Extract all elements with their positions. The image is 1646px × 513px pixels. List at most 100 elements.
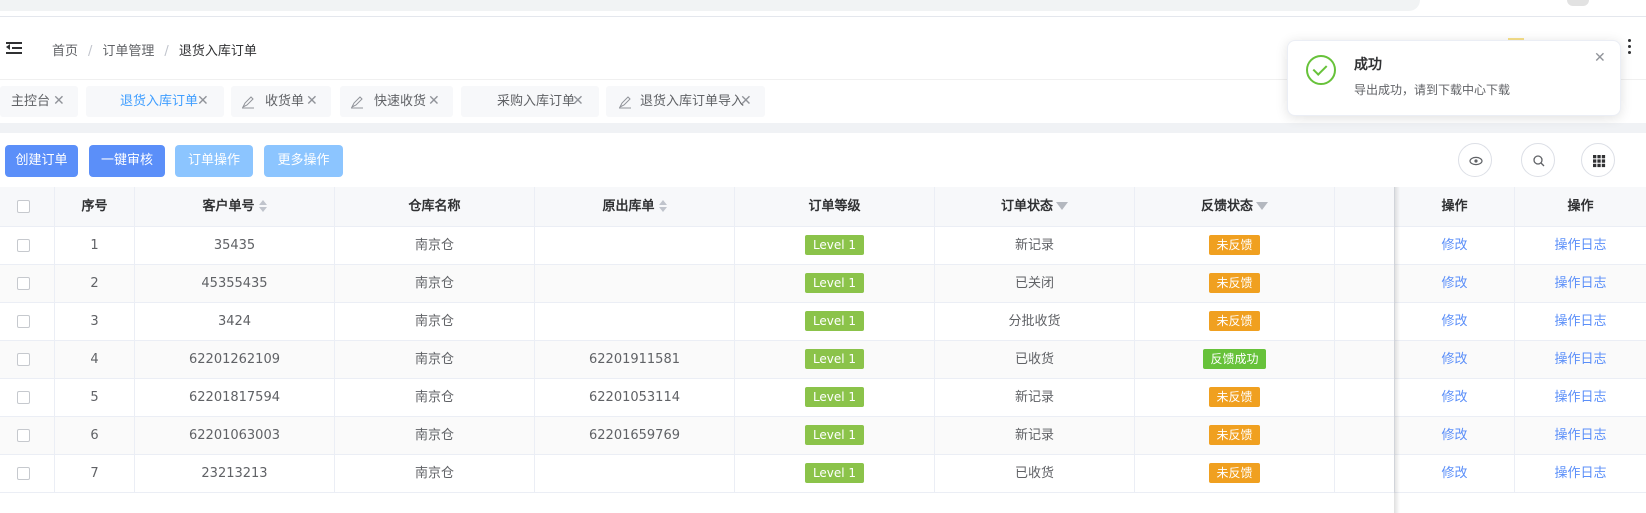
tab-receipts[interactable]: 收货单 ✕	[231, 86, 331, 117]
row-checkbox[interactable]	[17, 467, 30, 480]
index-cell: 6	[55, 417, 135, 455]
edit-icon	[618, 96, 631, 109]
edit-link[interactable]: 修改	[1441, 276, 1467, 291]
more-ops-button[interactable]: 更多操作	[264, 145, 343, 177]
col-feedback[interactable]: 反馈状态	[1135, 187, 1335, 227]
tab-label: 主控台	[11, 94, 51, 109]
breadcrumb-home[interactable]: 首页	[52, 44, 78, 59]
create-order-button[interactable]: 创建订单	[5, 145, 78, 177]
close-icon[interactable]: ✕	[197, 86, 209, 117]
row-select-cell	[0, 417, 55, 455]
warehouse-cell: 南京仓	[335, 417, 535, 455]
level-cell: Level 1	[735, 265, 935, 303]
sort-icon[interactable]	[258, 200, 267, 213]
tab-label: 快速收货	[374, 94, 427, 109]
warehouse-cell: 南京仓	[335, 341, 535, 379]
notification-message: 导出成功，请到下载中心下载	[1354, 83, 1511, 97]
operation-log-link[interactable]: 操作日志	[1554, 238, 1606, 253]
operation-log-link[interactable]: 操作日志	[1554, 314, 1606, 329]
eye-icon[interactable]	[1458, 143, 1492, 177]
edit-link[interactable]: 修改	[1441, 238, 1467, 253]
tab-return-orders[interactable]: 退货入库订单 ✕	[86, 86, 224, 117]
edit-link[interactable]: 修改	[1441, 314, 1467, 329]
close-icon[interactable]: ✕	[306, 86, 318, 117]
close-icon[interactable]: ✕	[572, 86, 584, 117]
row-checkbox[interactable]	[17, 315, 30, 328]
browser-top-strip	[0, 0, 1646, 17]
close-icon[interactable]: ✕	[428, 86, 440, 117]
tab-quick-receive[interactable]: 快速收货 ✕	[340, 86, 453, 117]
row-checkbox[interactable]	[17, 277, 30, 290]
one-click-audit-button[interactable]: 一键审核	[89, 145, 165, 177]
index-cell: 7	[55, 455, 135, 493]
row-checkbox[interactable]	[17, 353, 30, 366]
close-icon[interactable]: ✕	[53, 86, 65, 117]
edit-cell: 修改	[1395, 265, 1515, 303]
feedback-cell: 未反馈	[1135, 417, 1335, 455]
edit-link[interactable]: 修改	[1441, 352, 1467, 367]
col-label: 客户单号	[202, 199, 255, 214]
operation-log-link[interactable]: 操作日志	[1554, 276, 1606, 291]
operation-log-link[interactable]: 操作日志	[1554, 352, 1606, 367]
edit-cell: 修改	[1395, 227, 1515, 265]
search-icon[interactable]	[1521, 143, 1555, 177]
warehouse-cell: 南京仓	[335, 303, 535, 341]
status-cell: 已收货	[935, 341, 1135, 379]
row-checkbox[interactable]	[17, 239, 30, 252]
col-customer-no[interactable]: 客户单号	[135, 187, 335, 227]
index-cell: 1	[55, 227, 135, 265]
col-op-log: 操作	[1567, 199, 1594, 214]
divider	[0, 123, 1646, 133]
operation-log-link[interactable]: 操作日志	[1554, 466, 1606, 481]
edit-cell: 修改	[1395, 417, 1515, 455]
filter-icon[interactable]	[1056, 201, 1068, 210]
edit-link[interactable]: 修改	[1441, 390, 1467, 405]
close-icon[interactable]: ✕	[740, 86, 752, 117]
row-select-cell	[0, 455, 55, 493]
toolbar: 创建订单 一键审核 订单操作 更多操作	[0, 133, 1646, 187]
close-icon[interactable]: ✕	[1594, 50, 1606, 66]
log-cell: 操作日志	[1515, 417, 1646, 455]
orig-out-cell: 62201659769	[535, 417, 735, 455]
warehouse-cell: 南京仓	[335, 455, 535, 493]
customer-no-cell: 62201063003	[135, 417, 335, 455]
edit-icon	[350, 96, 363, 109]
warehouse-cell: 南京仓	[335, 227, 535, 265]
level-badge: Level 1	[804, 273, 865, 293]
edit-icon	[241, 96, 254, 109]
grid-columns-icon[interactable]	[1581, 143, 1615, 177]
col-orig-out[interactable]: 原出库单	[535, 187, 735, 227]
more-vertical-icon[interactable]	[1628, 39, 1632, 55]
edit-link[interactable]: 修改	[1441, 466, 1467, 481]
tab-dashboard[interactable]: 主控台 ✕	[0, 86, 78, 117]
status-cell: 已关闭	[935, 265, 1135, 303]
tab-return-import[interactable]: 退货入库订单导入 ✕	[606, 86, 765, 117]
tab-label: 退货入库订单	[120, 94, 199, 109]
col-status[interactable]: 订单状态	[935, 187, 1135, 227]
spacer-cell	[1335, 265, 1395, 303]
status-cell: 新记录	[935, 417, 1135, 455]
edit-link[interactable]: 修改	[1441, 428, 1467, 443]
sort-icon[interactable]	[658, 200, 667, 213]
operation-log-link[interactable]: 操作日志	[1554, 390, 1606, 405]
menu-fold-icon[interactable]	[6, 41, 22, 55]
breadcrumb-section[interactable]: 订单管理	[102, 44, 154, 59]
col-warehouse: 仓库名称	[335, 187, 535, 227]
order-ops-button[interactable]: 订单操作	[175, 145, 253, 177]
log-cell: 操作日志	[1515, 303, 1646, 341]
col-label: 原出库单	[602, 199, 655, 214]
index-cell: 2	[55, 265, 135, 303]
address-bar[interactable]	[0, 0, 1420, 11]
operation-log-link[interactable]: 操作日志	[1554, 428, 1606, 443]
select-all-checkbox[interactable]	[17, 200, 30, 213]
row-checkbox[interactable]	[17, 429, 30, 442]
tab-purchase-orders[interactable]: 采购入库订单 ✕	[461, 86, 599, 117]
level-badge: Level 1	[804, 349, 865, 369]
customer-no-cell: 45355435	[135, 265, 335, 303]
row-checkbox[interactable]	[17, 391, 30, 404]
filter-icon[interactable]	[1256, 201, 1268, 210]
level-cell: Level 1	[735, 417, 935, 455]
profile-icon[interactable]	[1567, 0, 1589, 6]
success-notification: 成功 导出成功，请到下载中心下载 ✕	[1287, 40, 1621, 116]
col-label: 反馈状态	[1200, 199, 1253, 214]
